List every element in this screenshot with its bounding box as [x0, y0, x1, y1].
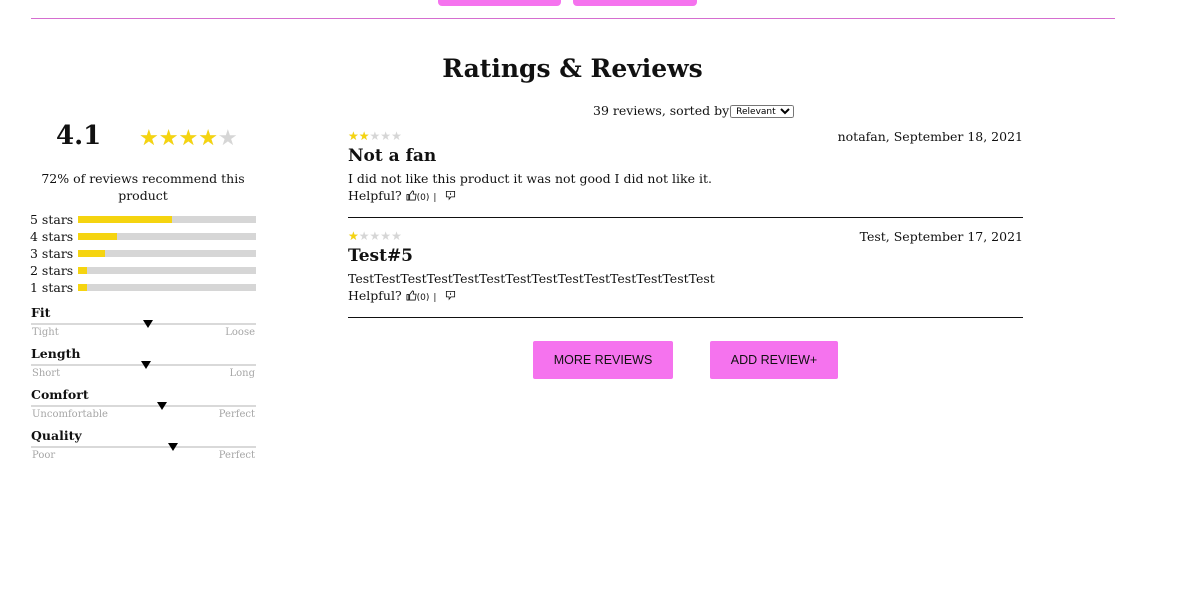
star-icon: ★: [380, 229, 392, 243]
star-icon: ★★: [217, 126, 238, 151]
helpful-divider: |: [433, 293, 437, 303]
rating-bar-row[interactable]: 3 stars: [30, 246, 260, 261]
rating-bar-track: [78, 267, 256, 274]
characteristic-name: Length: [31, 346, 81, 361]
top-nav-button-1[interactable]: [438, 0, 561, 6]
thumbs-up-icon[interactable]: [406, 190, 417, 201]
star-icon: ★: [358, 229, 370, 243]
characteristic-name: Fit: [31, 305, 51, 320]
review-star-rating: ★ ★ ★★★★: [348, 230, 402, 242]
rating-bar-row[interactable]: 4 stars: [30, 229, 260, 244]
rating-bar-fill: [78, 284, 87, 291]
rating-bar-label[interactable]: 1 stars: [30, 280, 73, 295]
rating-bar-label[interactable]: 5 stars: [30, 212, 73, 227]
rating-bar-label[interactable]: 3 stars: [30, 246, 73, 261]
review-star-rating: ★ ★ ★ ★ ★★★: [348, 130, 402, 142]
characteristic-fit: Fit Tight Loose: [31, 305, 256, 341]
characteristic-name: Comfort: [31, 387, 89, 402]
characteristic-high-label: Loose: [225, 327, 255, 338]
characteristic-comfort: Comfort Uncomfortable Perfect: [31, 387, 256, 423]
characteristic-low-label: Short: [32, 368, 61, 379]
review-body: TestTestTestTestTestTestTestTestTestTest…: [348, 271, 715, 286]
review-author-date: Test, September 17, 2021: [859, 229, 1023, 244]
star-icon: ★: [380, 129, 392, 143]
helpful-label: Helpful?: [348, 188, 402, 203]
review-summary: Test#5: [348, 246, 414, 266]
rating-bar-row[interactable]: 2 stars: [30, 263, 260, 278]
characteristic-marker-icon: [140, 361, 151, 369]
star-icon: ★: [369, 129, 381, 143]
helpful-yes-button[interactable]: (0): [406, 288, 430, 303]
characteristic-high-label: Perfect: [218, 450, 255, 461]
star-icon: ★: [369, 229, 381, 243]
star-icon: ★★: [198, 126, 218, 151]
star-icon: ★★: [178, 126, 199, 151]
characteristic-scale: [31, 446, 256, 448]
review-author-date: notafan, September 18, 2021: [837, 129, 1023, 144]
sort-select[interactable]: Relevant: [730, 105, 795, 118]
characteristic-marker-icon: [143, 320, 153, 328]
characteristic-marker-icon: [167, 443, 178, 451]
recommend-percentage: 72% of reviews recommend this product: [41, 171, 245, 203]
rating-bar-track: [78, 233, 256, 240]
review-summary: Not a fan: [348, 146, 437, 166]
review-helpful: Helpful? (0) |: [348, 188, 456, 203]
characteristic-high-label: Long: [229, 368, 255, 379]
thumbs-up-icon[interactable]: [406, 290, 417, 301]
characteristic-low-label: Uncomfortable: [32, 409, 108, 420]
rating-bar-row[interactable]: 5 stars: [30, 212, 260, 227]
characteristic-name: Quality: [31, 428, 82, 443]
helpful-count: (0): [416, 193, 430, 203]
star-icon: ★★: [139, 126, 159, 151]
rating-bar-label[interactable]: 2 stars: [30, 263, 73, 278]
characteristic-low-label: Poor: [32, 450, 56, 461]
top-divider: [31, 18, 1115, 19]
rating-bar-fill: [78, 250, 105, 257]
helpful-yes-button[interactable]: (0): [406, 188, 430, 203]
characteristic-length: Length Short Long: [31, 346, 256, 382]
helpful-count: (0): [416, 293, 430, 303]
rating-bar-track: [78, 250, 256, 257]
section-title: Ratings & Reviews: [442, 54, 703, 83]
characteristic-low-label: Tight: [32, 327, 59, 338]
star-icon: ★★: [348, 129, 359, 143]
rating-bar-track: [78, 216, 256, 223]
characteristic-marker-icon: [156, 402, 167, 410]
average-rating: 4.1: [56, 121, 102, 151]
rating-bar-fill: [78, 267, 87, 274]
sort-bar: 39 reviews, sorted by Relevant: [593, 103, 795, 118]
star-icon: ★: [391, 229, 402, 243]
star-icon: ★★: [348, 229, 359, 243]
top-nav-button-2[interactable]: [573, 0, 697, 6]
review-tile: ★ ★ ★★★★ Test, September 17, 2021 Test#5 T…: [348, 229, 1023, 321]
add-review-button[interactable]: ADD REVIEW+: [710, 341, 838, 379]
characteristic-high-label: Perfect: [218, 409, 255, 420]
helpful-label: Helpful?: [348, 288, 402, 303]
review-divider: [348, 217, 1023, 218]
characteristic-quality: Quality Poor Perfect: [31, 428, 256, 464]
review-divider: [348, 317, 1023, 318]
characteristic-scale: [31, 405, 256, 407]
helpful-divider: |: [433, 193, 437, 203]
star-icon: ★★: [358, 129, 370, 143]
star-icon: ★: [391, 129, 402, 143]
rating-bar-label[interactable]: 4 stars: [30, 229, 73, 244]
review-count-text: 39 reviews, sorted by: [593, 103, 730, 118]
report-icon[interactable]: [445, 290, 456, 301]
review-tile: ★ ★ ★ ★ ★★★ notafan, September 18, 2021 Not …: [348, 129, 1023, 221]
rating-bar-row[interactable]: 1 stars: [30, 280, 260, 295]
more-reviews-button[interactable]: MORE REVIEWS: [533, 341, 673, 379]
average-star-rating: ★★★★★★★★★★: [139, 128, 238, 150]
rating-bar-track: [78, 284, 256, 291]
review-body: I did not like this product it was not g…: [348, 171, 712, 186]
star-icon: ★★: [158, 126, 179, 151]
rating-bar-fill: [78, 216, 173, 223]
review-helpful: Helpful? (0) |: [348, 288, 456, 303]
rating-bar-fill: [78, 233, 118, 240]
report-icon[interactable]: [445, 190, 456, 201]
